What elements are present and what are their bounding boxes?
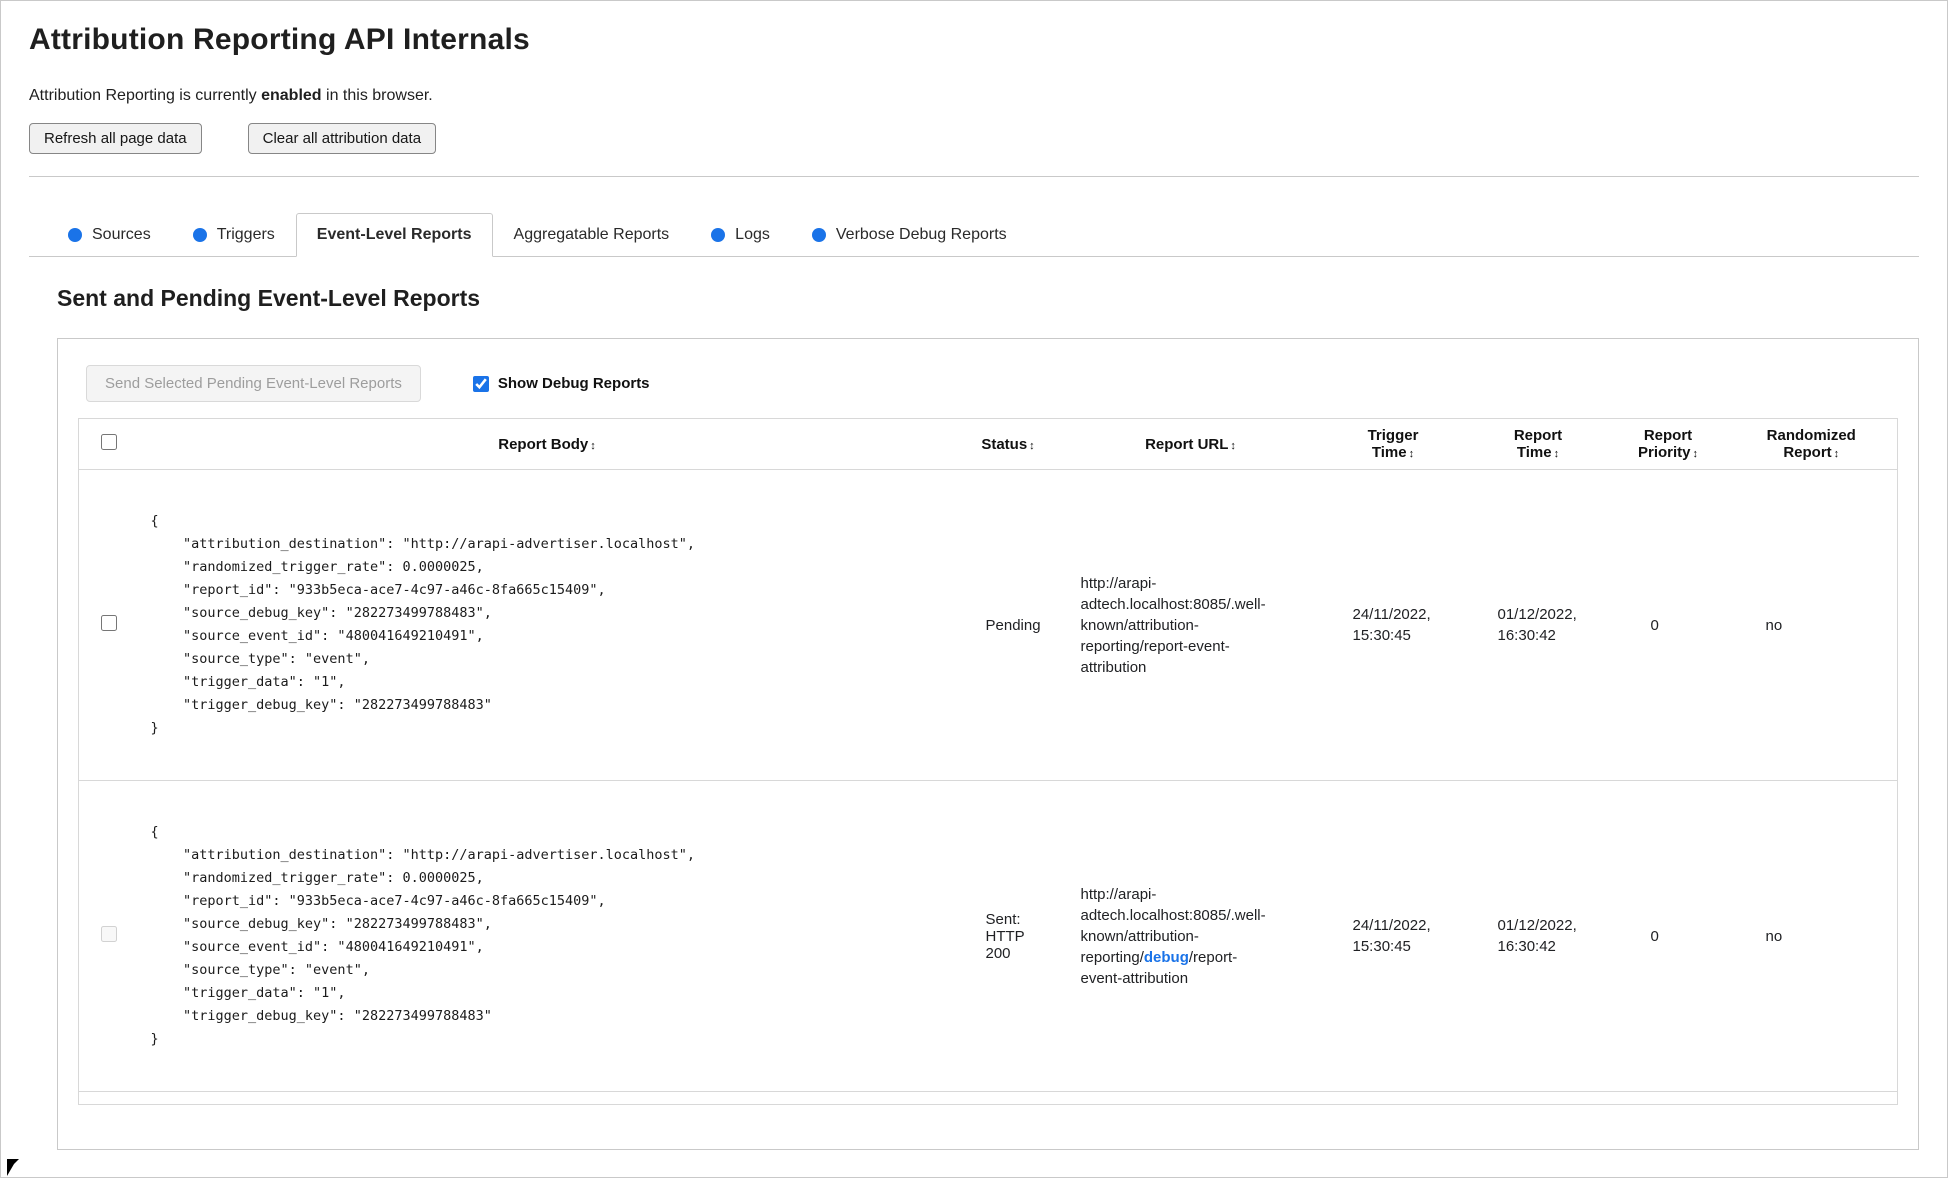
section-title: Sent and Pending Event-Level Reports xyxy=(57,285,481,311)
status-cell: Sent: HTTP 200 xyxy=(985,910,1025,962)
tab-label: Aggregatable Reports xyxy=(513,226,670,243)
status-dot-icon xyxy=(711,228,726,242)
sort-icon: ↕ xyxy=(1692,448,1699,460)
attribution-internals-page: Attribution Reporting API Internals Attr… xyxy=(0,0,1948,1178)
status-cell: Pending xyxy=(985,616,1041,634)
header-report-url[interactable]: Report URL ↕ xyxy=(1061,419,1321,470)
reports-panel: Send Selected Pending Event-Level Report… xyxy=(57,338,1919,1150)
report-row: { "attribution_destination": "http://ara… xyxy=(78,470,1898,781)
report-body-cell: { "attribution_destination": "http://ara… xyxy=(139,781,956,1092)
tab-label: Event-Level Reports xyxy=(316,226,472,243)
show-debug-checkbox[interactable] xyxy=(472,375,489,392)
header-trigger-time[interactable]: Trigger Time ↕ xyxy=(1321,419,1466,470)
table-footer-row xyxy=(79,1092,1898,1105)
table-header-row: Report Body ↕ Status ↕ Report URL ↕ Trigger… xyxy=(78,419,1898,470)
tab-triggers[interactable]: Triggers xyxy=(172,213,296,257)
send-selected-button[interactable]: Send Selected Pending Event-Level Report… xyxy=(86,365,421,402)
status-enabled: enabled xyxy=(261,87,322,104)
report-url-cell: http://arapi-adtech.localhost:8085/.well… xyxy=(1061,781,1321,1092)
divider xyxy=(29,176,1919,177)
tab-event-level-reports[interactable]: Event-Level Reports xyxy=(295,213,493,257)
report-controls: Send Selected Pending Event-Level Report… xyxy=(86,365,1898,402)
report-url-cell: http://arapi-adtech.localhost:8085/.well… xyxy=(1080,574,1266,676)
report-time-cell: 01/12/2022, 16:30:42 xyxy=(1497,606,1577,644)
refresh-all-button[interactable]: Refresh all page data xyxy=(29,123,202,154)
sort-icon: ↕ xyxy=(1408,448,1415,460)
report-priority-cell: 0 xyxy=(1650,927,1659,945)
report-body-json: { "attribution_destination": "http://ara… xyxy=(150,824,696,1047)
row-select-cell xyxy=(79,470,139,781)
report-priority-cell: 0 xyxy=(1650,616,1659,634)
tab-label: Sources xyxy=(92,226,151,243)
trigger-time-cell: 24/11/2022, 15:30:45 xyxy=(1352,606,1431,644)
trigger-time-cell: 24/11/2022, 15:30:45 xyxy=(1352,917,1431,955)
status-text: Attribution Reporting is currently enabl… xyxy=(29,87,1919,105)
header-report-priority[interactable]: Report Priority ↕ xyxy=(1611,419,1726,470)
tab-label: Verbose Debug Reports xyxy=(835,226,1007,243)
header-report-body[interactable]: Report Body ↕ xyxy=(139,419,956,470)
header-report-time[interactable]: Report Time ↕ xyxy=(1466,419,1611,470)
tab-sources[interactable]: Sources xyxy=(47,213,172,257)
tab-bar: Sources Triggers Event-Level Reports Agg… xyxy=(29,213,1919,257)
row-select-cell xyxy=(79,781,139,1092)
show-debug-toggle[interactable]: Show Debug Reports xyxy=(472,375,650,392)
select-all-header xyxy=(79,419,139,470)
randomized-report-cell: no xyxy=(1765,927,1783,945)
row-select-checkbox[interactable] xyxy=(100,615,117,631)
page-actions: Refresh all page data Clear all attribut… xyxy=(29,123,1919,154)
clear-all-button[interactable]: Clear all attribution data xyxy=(247,123,437,154)
tab-label: Logs xyxy=(735,226,770,243)
status-dot-icon xyxy=(192,228,207,242)
reports-table: Report Body ↕ Status ↕ Report URL ↕ Trigger… xyxy=(78,418,1898,1105)
report-body-cell: { "attribution_destination": "http://ara… xyxy=(139,470,956,781)
page-title: Attribution Reporting API Internals xyxy=(29,23,530,56)
sort-icon: ↕ xyxy=(1833,448,1840,460)
status-prefix: Attribution Reporting is currently xyxy=(29,87,262,104)
tab-aggregatable-reports[interactable]: Aggregatable Reports xyxy=(493,213,691,257)
report-row: { "attribution_destination": "http://ara… xyxy=(78,781,1898,1092)
status-dot-icon xyxy=(68,228,82,242)
row-select-checkbox xyxy=(100,926,117,942)
debug-link[interactable]: debug xyxy=(1144,949,1189,966)
tab-logs[interactable]: Logs xyxy=(690,213,791,257)
sort-icon: ↕ xyxy=(590,439,596,452)
report-body-json: { "attribution_destination": "http://ara… xyxy=(150,513,696,736)
randomized-report-cell: no xyxy=(1765,616,1783,634)
select-all-checkbox[interactable] xyxy=(100,434,117,450)
status-suffix: in this browser. xyxy=(321,87,433,104)
sort-icon: ↕ xyxy=(1029,439,1035,452)
report-time-cell: 01/12/2022, 16:30:42 xyxy=(1497,917,1577,955)
tab-verbose-debug-reports[interactable]: Verbose Debug Reports xyxy=(791,213,1028,257)
mouse-cursor-icon xyxy=(7,1159,19,1176)
status-dot-icon xyxy=(811,228,826,242)
header-randomized-report[interactable]: Randomized Report ↕ xyxy=(1726,419,1898,470)
sort-icon: ↕ xyxy=(1230,439,1236,452)
header-status[interactable]: Status ↕ xyxy=(956,419,1061,470)
tab-label: Triggers xyxy=(216,226,275,243)
show-debug-label: Show Debug Reports xyxy=(497,375,650,392)
sort-icon: ↕ xyxy=(1553,448,1560,460)
table-footer-spacer xyxy=(79,1092,1898,1105)
